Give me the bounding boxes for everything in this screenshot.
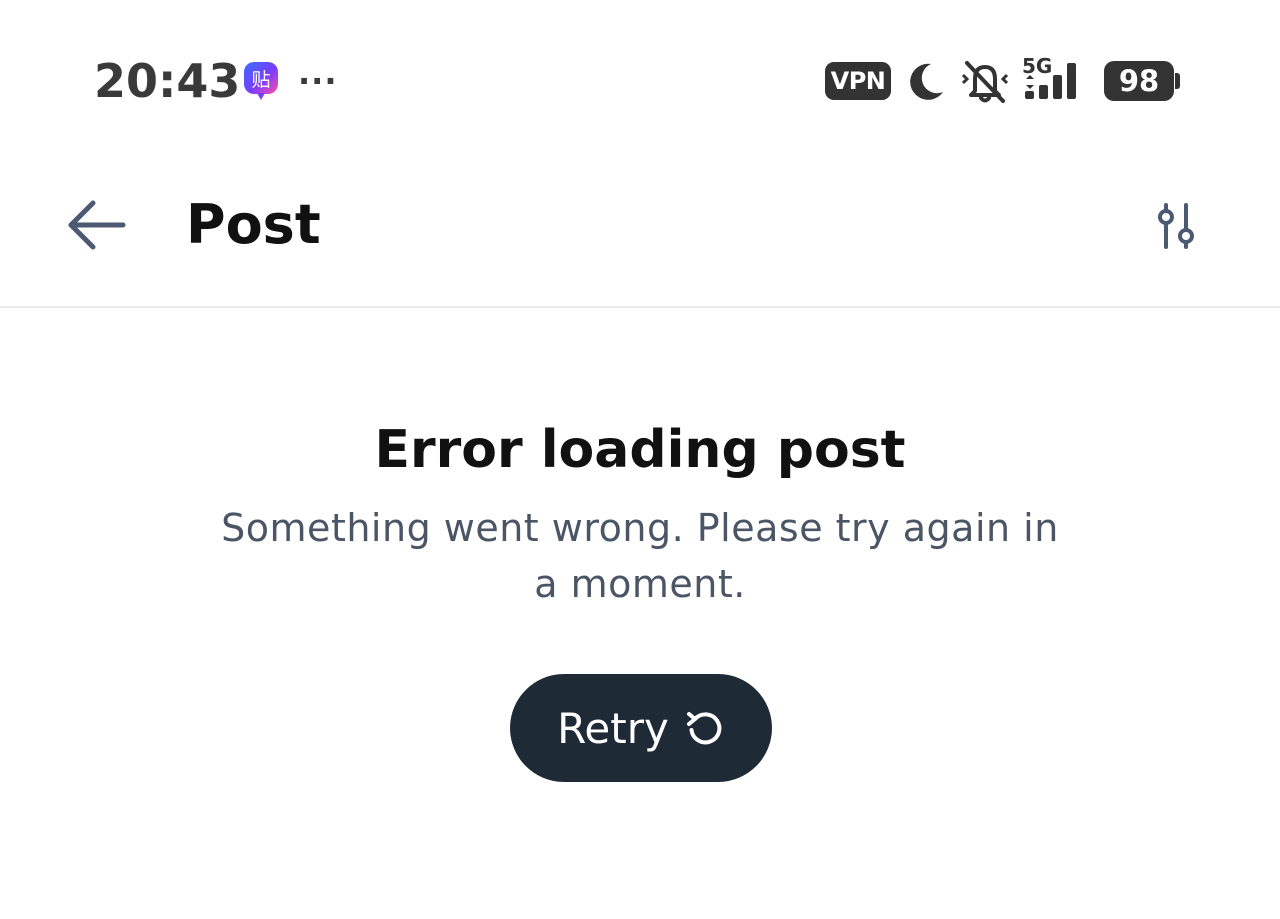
network-type-label: 5G	[1022, 55, 1052, 78]
back-button[interactable]	[52, 190, 140, 260]
bell-off-icon	[961, 61, 1009, 103]
sliders-icon	[1158, 203, 1194, 249]
battery-level: 98	[1104, 61, 1174, 101]
error-title: Error loading post	[374, 420, 906, 480]
battery-tip	[1175, 73, 1180, 89]
top-app-bar: Post	[0, 160, 1280, 308]
retry-label: Retry	[557, 703, 669, 753]
status-more-indicator: ···	[298, 62, 338, 100]
arrow-left-icon	[68, 200, 126, 250]
app-badge-label: 贴	[251, 69, 270, 91]
moon-icon	[910, 63, 943, 100]
signal-icon: 5G	[1022, 55, 1076, 99]
rotate-ccw-icon	[686, 712, 722, 745]
filter-settings-button[interactable]	[1138, 188, 1214, 264]
battery-icon: 98	[1104, 61, 1180, 101]
app-notification-icon: 贴	[244, 62, 278, 100]
page-title: Post	[186, 193, 321, 256]
error-state: Error loading post Something went wrong.…	[0, 308, 1280, 919]
status-time: 20:43	[94, 54, 241, 108]
retry-button[interactable]: Retry	[510, 674, 772, 782]
status-bar: 20:43 贴 ··· VPN 5G 98	[0, 0, 1280, 160]
vpn-badge: VPN	[825, 62, 891, 100]
error-message: Something went wrong. Please try again i…	[221, 506, 1059, 606]
